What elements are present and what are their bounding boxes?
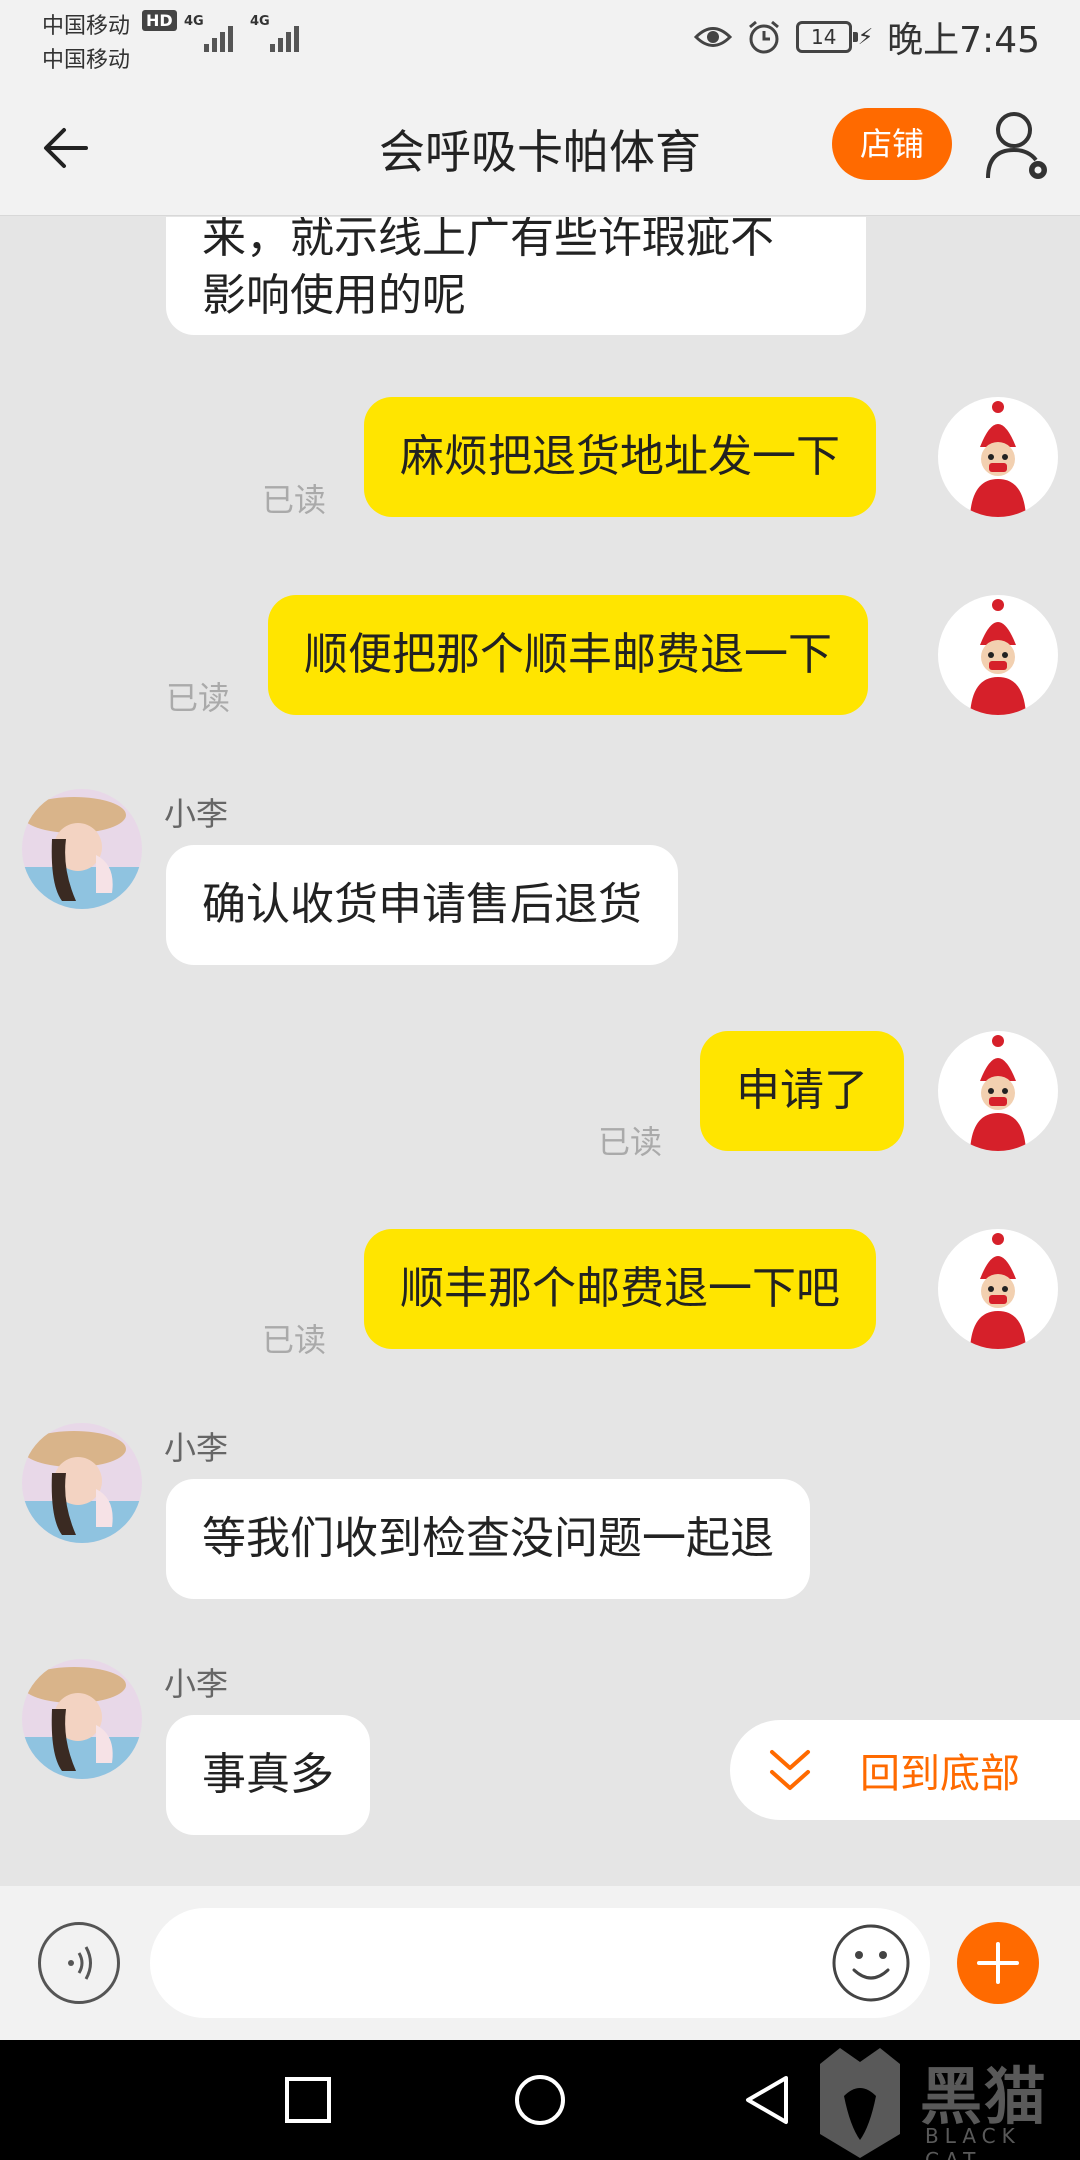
sender-name: 小李 [164,1665,229,1703]
battery-icon: 14 [795,21,858,53]
back-icon[interactable] [738,2070,798,2130]
contact-avatar[interactable] [22,789,142,909]
message-bubble[interactable]: 事真多 [166,1715,370,1835]
message-list[interactable]: 来，就示线上广有些许瑕疵不 影响使用的呢 已读 麻烦把退货地址发一下 已读 顺便… [0,217,1080,1885]
watermark-logo: 黑猫 BLACK CAT [810,2044,1080,2160]
charging-icon: ⚡ [857,24,874,50]
eye-icon [693,27,732,47]
back-to-bottom-button[interactable]: 回到底部 [730,1720,1080,1820]
chat-header: 会呼吸卡帕体育 店铺 [0,76,1080,216]
watermark-subtext: BLACK CAT [925,2124,1021,2160]
plus-button[interactable] [957,1922,1039,2004]
self-avatar[interactable] [938,1229,1058,1349]
message-bubble-self[interactable]: 申请了 [700,1031,904,1151]
clock: 晚上7:45 [887,20,1040,61]
contact-avatar[interactable] [22,1423,142,1543]
message-bubble-self[interactable]: 顺便把那个顺丰邮费退一下 [268,595,868,715]
alarm-icon [748,20,779,54]
voice-icon [68,1946,92,1980]
message-input[interactable] [150,1908,930,2018]
read-receipt: 已读 [166,679,231,717]
back-to-bottom-label: 回到底部 [860,1751,1020,1797]
input-bar [0,1886,1080,2040]
read-receipt: 已读 [262,481,327,519]
cat-logo-icon [820,2048,900,2158]
user-settings-icon[interactable] [984,106,1054,186]
status-bar: 中国移动 中国移动 HD 4G 4G 14 ⚡ 晚上7:45 [0,0,1080,76]
read-receipt: 已读 [598,1123,663,1161]
double-chevron-down-icon [770,1750,810,1790]
carrier-label-secondary: 中国移动 [42,48,131,73]
plus-icon [977,1942,1019,1984]
message-bubble-self[interactable]: 顺丰那个邮费退一下吧 [364,1229,876,1349]
message-bubble-self[interactable]: 麻烦把退货地址发一下 [364,397,876,517]
read-receipt: 已读 [262,1321,327,1359]
message-bubble[interactable]: 确认收货申请售后退货 [166,845,678,965]
sender-name: 小李 [164,795,229,833]
message-bubble[interactable]: 来，就示线上广有些许瑕疵不 影响使用的呢 [166,217,866,335]
recent-apps-icon[interactable] [278,2070,338,2130]
home-icon[interactable] [510,2070,570,2130]
self-avatar[interactable] [938,397,1058,517]
watermark-text: 黑猫 [920,2060,1049,2133]
sender-name: 小李 [164,1429,229,1467]
self-avatar[interactable] [938,1031,1058,1151]
shop-button[interactable]: 店铺 [832,108,952,180]
contact-avatar[interactable] [22,1659,142,1779]
battery-level: 14 [810,25,837,49]
voice-button[interactable] [38,1922,120,2004]
carrier-label: 中国移动 [42,14,131,39]
message-bubble[interactable]: 等我们收到检查没问题一起退 [166,1479,810,1599]
hd-badge: HD [142,10,177,31]
self-avatar[interactable] [938,595,1058,715]
emoji-icon[interactable] [830,1922,912,2004]
